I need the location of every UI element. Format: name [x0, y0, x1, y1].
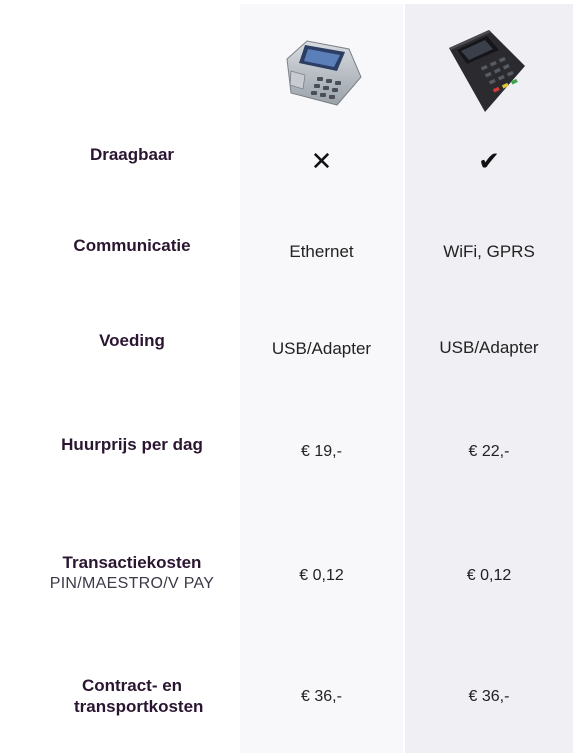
- row-label: Huurprijs per dag: [61, 435, 203, 454]
- mobile-terminal-image: [438, 24, 534, 118]
- row-value: € 0,12: [299, 567, 344, 584]
- row-value: WiFi, GPRS: [443, 242, 535, 261]
- row-label: Communicatie: [73, 236, 191, 255]
- check-icon: ✔: [478, 146, 500, 176]
- row-label-title: Transactiekosten: [62, 553, 202, 572]
- row-value: € 36,-: [468, 688, 510, 705]
- row-label: Voeding: [99, 331, 165, 350]
- row-value: € 19,-: [301, 443, 342, 460]
- row-value: € 36,-: [301, 688, 342, 705]
- row-value: € 22,-: [468, 443, 510, 460]
- row-label: Contract- en transportkosten: [74, 676, 204, 716]
- row-value: USB/Adapter: [271, 339, 372, 358]
- row-value: € 0,12: [466, 567, 512, 584]
- row-value: USB/Adapter: [439, 338, 539, 357]
- row-label: Transactiekosten PIN/MAESTRO/V PAY: [4, 552, 260, 594]
- cross-icon: ✕: [310, 146, 333, 176]
- row-label-subtitle: PIN/MAESTRO/V PAY: [49, 575, 215, 592]
- row-value: Ethernet: [289, 242, 354, 261]
- row-label: Draagbaar: [89, 145, 175, 164]
- countertop-terminal-image: [274, 24, 370, 118]
